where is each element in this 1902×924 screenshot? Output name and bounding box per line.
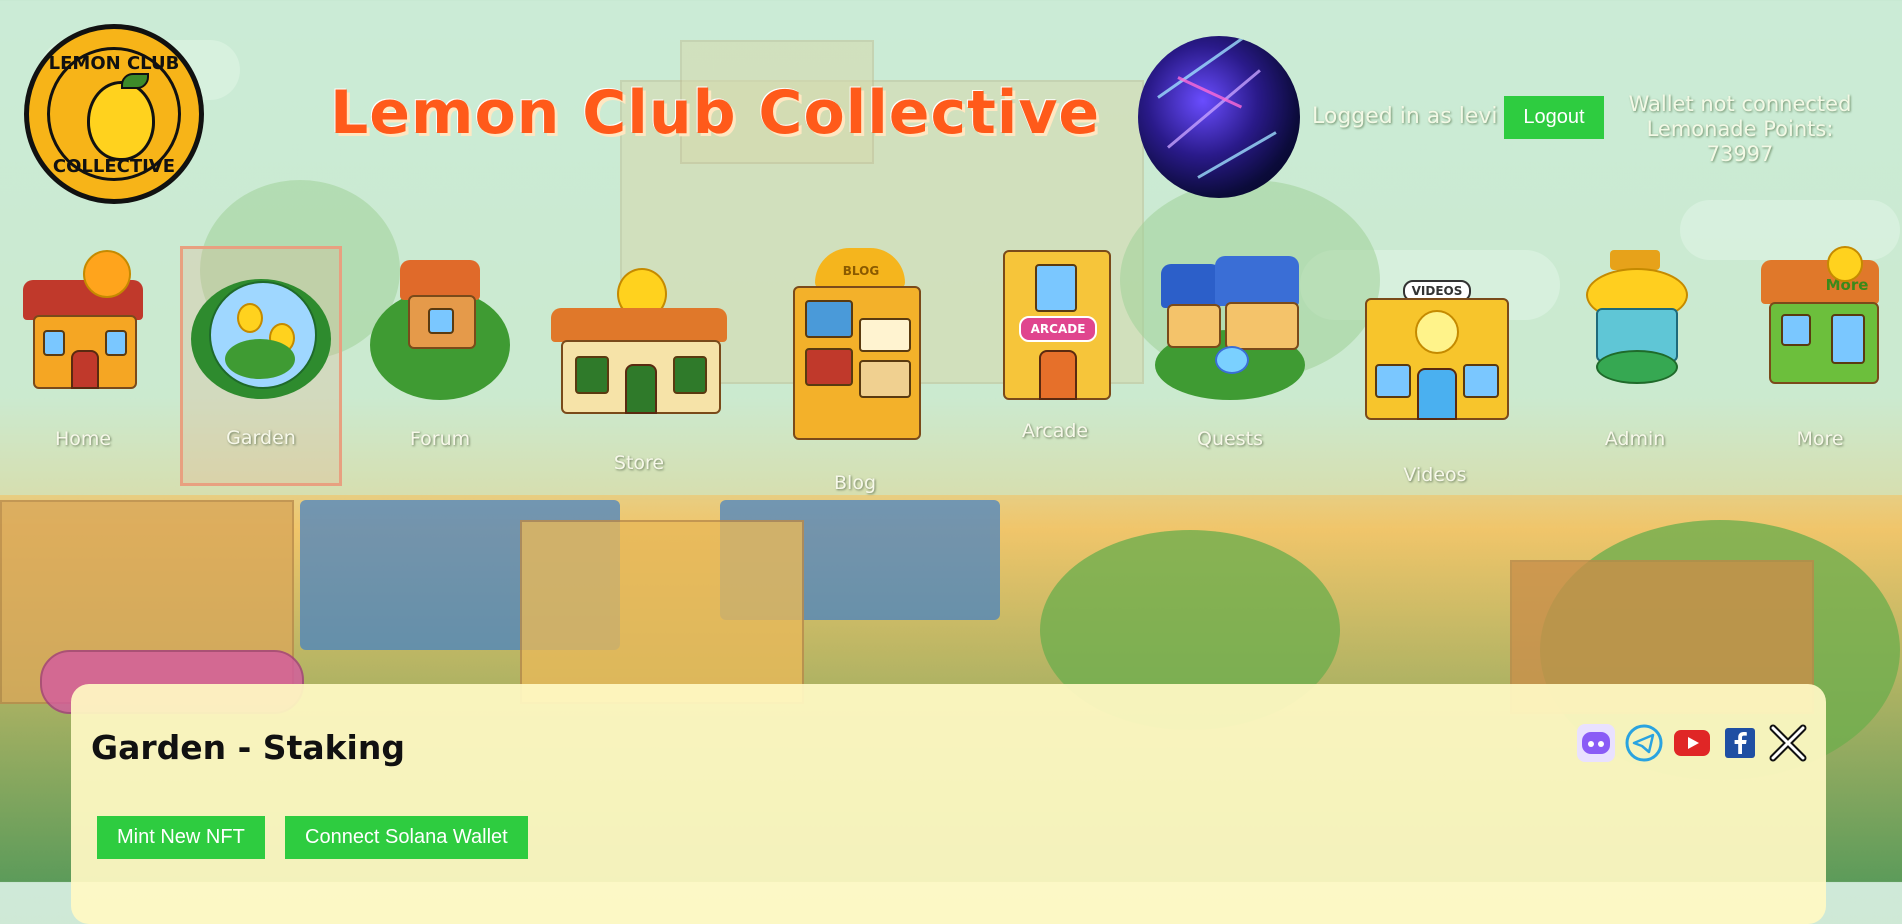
blog-bookshelf-icon: BLOG — [785, 248, 925, 440]
logout-button[interactable]: Logout — [1504, 96, 1604, 139]
arcade-sign: ARCADE — [1019, 316, 1097, 342]
telegram-icon[interactable] — [1625, 724, 1663, 762]
logged-in-status: Logged in as levi — [1312, 104, 1498, 129]
discord-icon[interactable] — [1577, 724, 1615, 762]
more-shop-icon: More — [1755, 246, 1885, 396]
nav-label-garden: Garden — [226, 427, 296, 449]
nav-item-store[interactable]: Store — [550, 268, 728, 478]
admin-tower-icon — [1580, 250, 1690, 400]
logo-text-top: LEMON CLUB — [48, 53, 180, 74]
logo-text-bottom: COLLECTIVE — [52, 156, 176, 177]
blog-sign: BLOG — [842, 264, 880, 278]
site-title: Lemon Club Collective — [330, 78, 1101, 148]
nav-item-blog[interactable]: BLOG Blog — [780, 248, 930, 494]
videos-theater-icon: VIDEOS — [1355, 280, 1515, 420]
nav-label-quests: Quests — [1197, 428, 1263, 450]
nav-item-admin[interactable]: Admin — [1560, 250, 1710, 450]
x-twitter-icon[interactable] — [1769, 724, 1807, 762]
quests-village-icon — [1155, 250, 1305, 400]
nav-item-forum[interactable]: Forum — [365, 250, 515, 450]
connect-solana-wallet-button[interactable]: Connect Solana Wallet — [285, 816, 528, 859]
nav-label-more: More — [1796, 428, 1844, 450]
treehouse-icon — [370, 250, 510, 400]
youtube-icon[interactable] — [1673, 724, 1711, 762]
arcade-building-icon: ARCADE — [995, 250, 1115, 400]
facebook-icon[interactable] — [1721, 724, 1759, 762]
nav-label-arcade: Arcade — [1021, 420, 1089, 442]
garden-dome-icon — [191, 259, 331, 399]
page-title: Garden - Staking — [91, 728, 405, 767]
lemon-icon — [87, 81, 155, 161]
nav-label-blog: Blog — [834, 472, 876, 494]
site-header: LEMON CLUB COLLECTIVE Lemon Club Collect… — [0, 0, 1902, 210]
nav-item-home[interactable]: Home — [8, 250, 158, 450]
nav-item-quests[interactable]: Quests — [1155, 250, 1305, 450]
lemonade-points: Lemonade Points: 73997 — [1646, 117, 1834, 166]
nav-item-arcade[interactable]: ARCADE Arcade — [980, 250, 1130, 450]
mint-new-nft-button[interactable]: Mint New NFT — [97, 816, 265, 859]
nav-label-videos: Videos — [1403, 464, 1467, 486]
nav-item-more[interactable]: More More — [1745, 246, 1895, 450]
nav-label-home: Home — [54, 428, 112, 450]
social-links — [1577, 724, 1807, 762]
lemon-club-logo[interactable]: LEMON CLUB COLLECTIVE — [24, 24, 204, 204]
nav-label-admin: Admin — [1604, 428, 1666, 450]
home-house-icon — [13, 250, 153, 390]
main-navigation: Home Garden Forum Store BLOG Blog ARCADE… — [0, 240, 1902, 495]
nav-item-garden[interactable]: Garden — [180, 246, 342, 486]
wallet-info: Wallet not connected Lemonade Points: 73… — [1620, 92, 1860, 167]
garden-staking-panel: Garden - Staking Mint New NFT Connect So… — [71, 684, 1826, 924]
nav-label-store: Store — [613, 452, 665, 474]
store-icon — [551, 268, 727, 418]
nav-label-forum: Forum — [409, 428, 471, 450]
wallet-status: Wallet not connected — [1628, 92, 1852, 116]
nav-item-videos[interactable]: VIDEOS Videos — [1350, 280, 1520, 490]
user-avatar[interactable] — [1138, 36, 1300, 198]
